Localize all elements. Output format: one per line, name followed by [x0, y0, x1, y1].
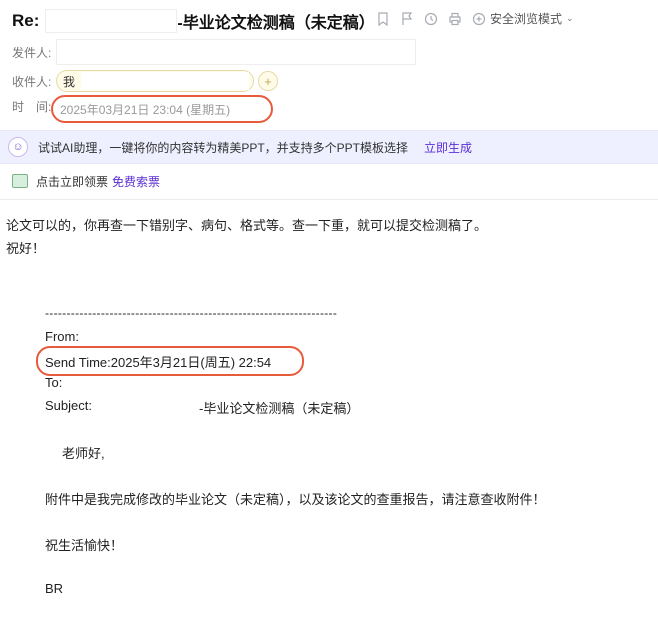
safe-mode-label: 安全浏览模式 — [490, 12, 563, 26]
recipient-name: 我 — [63, 74, 76, 89]
generate-now-link[interactable]: 立即生成 — [424, 139, 472, 156]
subject-prefix: Re: — [12, 11, 40, 30]
subject-title: -毕业论文检测稿（未定稿） — [177, 15, 375, 32]
body-line-1: 论文可以的，你再查一下错别字、病句、格式等。查一下重，就可以提交检测稿了。 — [6, 218, 488, 233]
quote-from: From: — [45, 329, 79, 344]
body-line-2: 祝好！ — [6, 241, 46, 256]
time-value: 2025年03月21日 23:04 (星期五) — [60, 103, 231, 117]
quote-signoff: BR — [45, 581, 64, 596]
email-subject: Re: -毕业论文检测稿（未定稿） — [12, 8, 375, 34]
quote-greeting: 老师好, — [62, 446, 105, 461]
quote-paragraph: 附件中是我完成修改的毕业论文（未定稿），以及该论文的查重报告，请注意查收附件！ — [45, 492, 546, 507]
invoice-text: 点击立即领票 — [36, 174, 109, 189]
add-recipient-button[interactable]: + — [258, 71, 279, 91]
ai-assistant-banner: ☺ 试试AI助理，一键将你的内容转为精美PPT，并支持多个PPT模板选择 立即生… — [0, 130, 658, 164]
divider — [0, 199, 658, 200]
clock-icon[interactable] — [424, 12, 438, 26]
sender-row: 发件人: — [12, 39, 416, 65]
recipient-chip[interactable]: 我 — [56, 70, 255, 92]
quote-send-time: Send Time:2025年3月21日(周五) 22:54 — [45, 355, 272, 370]
quote-subject-value: -毕业论文检测稿（未定稿） — [199, 401, 360, 416]
quote-to: To: — [45, 375, 63, 390]
time-label: 时 间: — [12, 100, 52, 114]
time-row: 时 间: — [12, 98, 56, 115]
header-toolbar: 安全浏览模式 ⌄ — [376, 10, 574, 27]
redacted-recipient — [81, 72, 250, 90]
free-invoice-link[interactable]: 免费索票 — [112, 173, 160, 190]
print-icon[interactable] — [448, 12, 462, 26]
sender-label: 发件人: — [12, 45, 52, 60]
safe-browse-toggle[interactable]: 安全浏览模式 ⌄ — [472, 10, 574, 27]
shield-plus-icon — [472, 12, 486, 25]
invoice-icon — [12, 174, 28, 188]
ai-banner-text: 试试AI助理，一键将你的内容转为精美PPT，并支持多个PPT模板选择 — [38, 140, 409, 155]
quote-subject-label: Subject: — [45, 398, 92, 413]
bookmark-icon[interactable] — [376, 11, 390, 26]
redacted-sender — [56, 39, 416, 65]
ai-avatar-icon: ☺ — [8, 137, 28, 157]
chevron-down-icon: ⌄ — [566, 13, 574, 23]
quote-separator: ----------------------------------------… — [45, 306, 338, 320]
quote-wish: 祝生活愉快！ — [45, 538, 124, 553]
redacted-subject — [45, 9, 178, 33]
recipient-label: 收件人: — [12, 74, 52, 89]
recipient-row: 收件人: 我 + — [12, 70, 279, 92]
invoice-banner: 点击立即领票 免费索票 — [0, 170, 658, 192]
flag-icon[interactable] — [400, 11, 414, 26]
